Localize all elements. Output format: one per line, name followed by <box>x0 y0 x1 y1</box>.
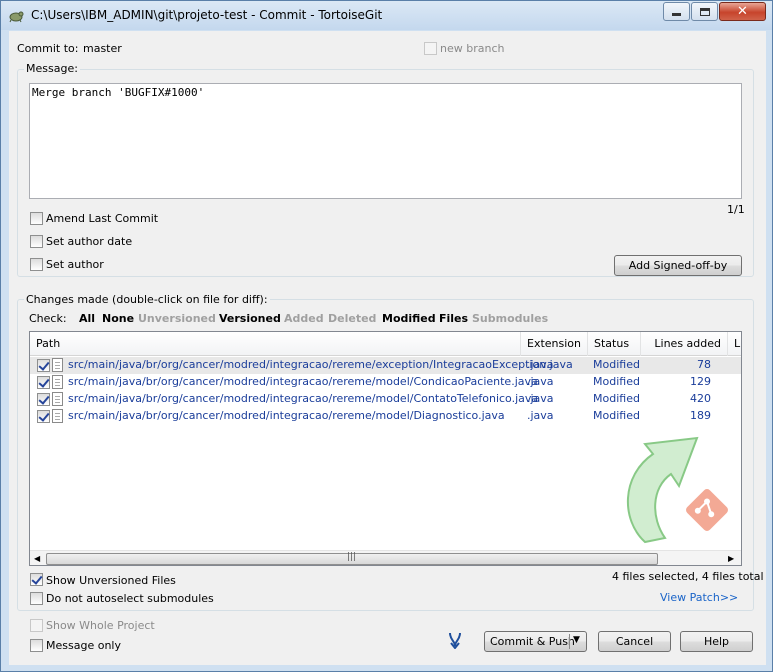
check-added-link[interactable]: Added <box>284 312 324 325</box>
check-files-link[interactable]: Files <box>439 312 468 325</box>
file-status: Modified <box>593 409 640 422</box>
table-row[interactable]: src/main/java/br/org/cancer/modred/integ… <box>30 357 741 374</box>
scroll-grip: ||| <box>347 552 357 562</box>
message-only-label: Message only <box>46 639 121 652</box>
file-path: src/main/java/br/org/cancer/modred/integ… <box>68 409 505 422</box>
minimize-button[interactable] <box>663 2 690 21</box>
cancel-button[interactable]: Cancel <box>598 631 671 652</box>
message-only-checkbox[interactable] <box>30 639 43 652</box>
tortoisegit-watermark-icon <box>626 436 728 544</box>
show-whole-project-checkbox[interactable] <box>30 619 43 632</box>
file-extension: .java <box>527 358 554 371</box>
selection-summary: 4 files selected, 4 files total <box>612 570 764 583</box>
java-file-icon <box>52 392 63 406</box>
branch-name: master <box>83 42 122 55</box>
commit-push-label: Commit & Push <box>490 635 575 648</box>
merge-arrow-icon[interactable] <box>447 631 463 649</box>
changes-group-label: Changes made (double-click on file for d… <box>24 293 270 306</box>
add-signed-off-button[interactable]: Add Signed-off-by <box>614 255 742 276</box>
column-header-lines-removed[interactable]: Li <box>728 332 741 356</box>
file-checkbox[interactable] <box>37 376 50 389</box>
file-checkbox[interactable] <box>37 393 50 406</box>
file-status: Modified <box>593 358 640 371</box>
file-lines-added: 129 <box>690 375 711 388</box>
commit-message-textarea[interactable]: Merge branch 'BUGFIX#1000' <box>29 83 742 199</box>
horizontal-scrollbar[interactable]: ◀ ||| ▶ <box>30 550 741 565</box>
chevron-down-icon[interactable]: ▼ <box>573 635 580 645</box>
column-header-status[interactable]: Status <box>588 332 641 356</box>
set-author-date-label: Set author date <box>46 235 133 248</box>
java-file-icon <box>52 409 63 423</box>
check-versioned-link[interactable]: Versioned <box>219 312 281 325</box>
file-checkbox[interactable] <box>37 359 50 372</box>
file-status: Modified <box>593 375 640 388</box>
title-bar[interactable]: C:\Users\IBM_ADMIN\git\projeto-test - Co… <box>1 1 772 30</box>
table-row[interactable]: src/main/java/br/org/cancer/modred/integ… <box>30 374 741 391</box>
set-author-label: Set author <box>46 258 104 271</box>
tortoisegit-icon <box>9 11 24 23</box>
file-extension: .java <box>527 409 554 422</box>
close-icon: ✕ <box>737 4 748 19</box>
close-button[interactable]: ✕ <box>719 2 766 21</box>
list-header: Path Extension Status Lines added Li <box>30 332 741 356</box>
new-branch-label: new branch <box>440 42 505 55</box>
show-whole-project-label: Show Whole Project <box>46 619 155 632</box>
table-row[interactable]: src/main/java/br/org/cancer/modred/integ… <box>30 408 741 425</box>
minimize-icon <box>672 13 681 16</box>
check-none-link[interactable]: None <box>102 312 134 325</box>
table-row[interactable]: src/main/java/br/org/cancer/modred/integ… <box>30 391 741 408</box>
check-unversioned-link[interactable]: Unversioned <box>138 312 216 325</box>
commit-dialog-window: C:\Users\IBM_ADMIN\git\projeto-test - Co… <box>0 0 773 672</box>
changed-files-list[interactable]: Path Extension Status Lines added Li src… <box>29 331 742 566</box>
commit-to-label: Commit to: <box>17 42 79 55</box>
file-status: Modified <box>593 392 640 405</box>
set-author-date-checkbox[interactable] <box>30 235 43 248</box>
scrollbar-thumb[interactable]: ||| <box>46 552 658 565</box>
message-group-label: Message: <box>24 62 80 75</box>
check-all-link[interactable]: All <box>79 312 95 325</box>
check-deleted-link[interactable]: Deleted <box>328 312 376 325</box>
dialog-client-area: Commit to: master new branch Message: Me… <box>9 31 766 665</box>
check-label: Check: <box>29 312 67 325</box>
no-autoselect-checkbox[interactable] <box>30 592 43 605</box>
help-button[interactable]: Help <box>680 631 753 652</box>
column-header-path[interactable]: Path <box>30 332 521 356</box>
file-path: src/main/java/br/org/cancer/modred/integ… <box>68 392 539 405</box>
view-patch-link[interactable]: View Patch>> <box>660 591 738 604</box>
dropdown-separator <box>569 634 570 649</box>
commit-message-text: Merge branch 'BUGFIX#1000' <box>32 86 205 99</box>
new-branch-checkbox[interactable] <box>424 42 437 55</box>
file-path: src/main/java/br/org/cancer/modred/integ… <box>68 358 573 371</box>
scroll-left-arrow-icon[interactable]: ◀ <box>34 554 40 563</box>
window-title: C:\Users\IBM_ADMIN\git\projeto-test - Co… <box>31 8 383 22</box>
maximize-icon <box>699 7 710 16</box>
file-lines-added: 189 <box>690 409 711 422</box>
maximize-button[interactable] <box>691 2 718 21</box>
message-line-counter: 1/1 <box>727 203 745 216</box>
amend-checkbox[interactable] <box>30 212 43 225</box>
commit-push-button[interactable]: Commit & Push ▼ <box>484 631 587 652</box>
set-author-checkbox[interactable] <box>30 258 43 271</box>
column-header-extension[interactable]: Extension <box>521 332 588 356</box>
scroll-right-arrow-icon[interactable]: ▶ <box>728 554 734 563</box>
java-file-icon <box>52 375 63 389</box>
file-lines-added: 420 <box>690 392 711 405</box>
file-checkbox[interactable] <box>37 410 50 423</box>
check-modified-link[interactable]: Modified <box>382 312 436 325</box>
no-autoselect-label: Do not autoselect submodules <box>46 592 214 605</box>
file-lines-added: 78 <box>697 358 711 371</box>
file-extension: .java <box>527 375 554 388</box>
show-unversioned-label: Show Unversioned Files <box>46 574 176 587</box>
show-unversioned-checkbox[interactable] <box>30 573 43 586</box>
column-header-lines-added[interactable]: Lines added <box>641 332 728 356</box>
file-path: src/main/java/br/org/cancer/modred/integ… <box>68 375 538 388</box>
java-file-icon <box>52 358 63 372</box>
file-extension: .java <box>527 392 554 405</box>
amend-label: Amend Last Commit <box>46 212 159 225</box>
check-submodules-link[interactable]: Submodules <box>472 312 548 325</box>
